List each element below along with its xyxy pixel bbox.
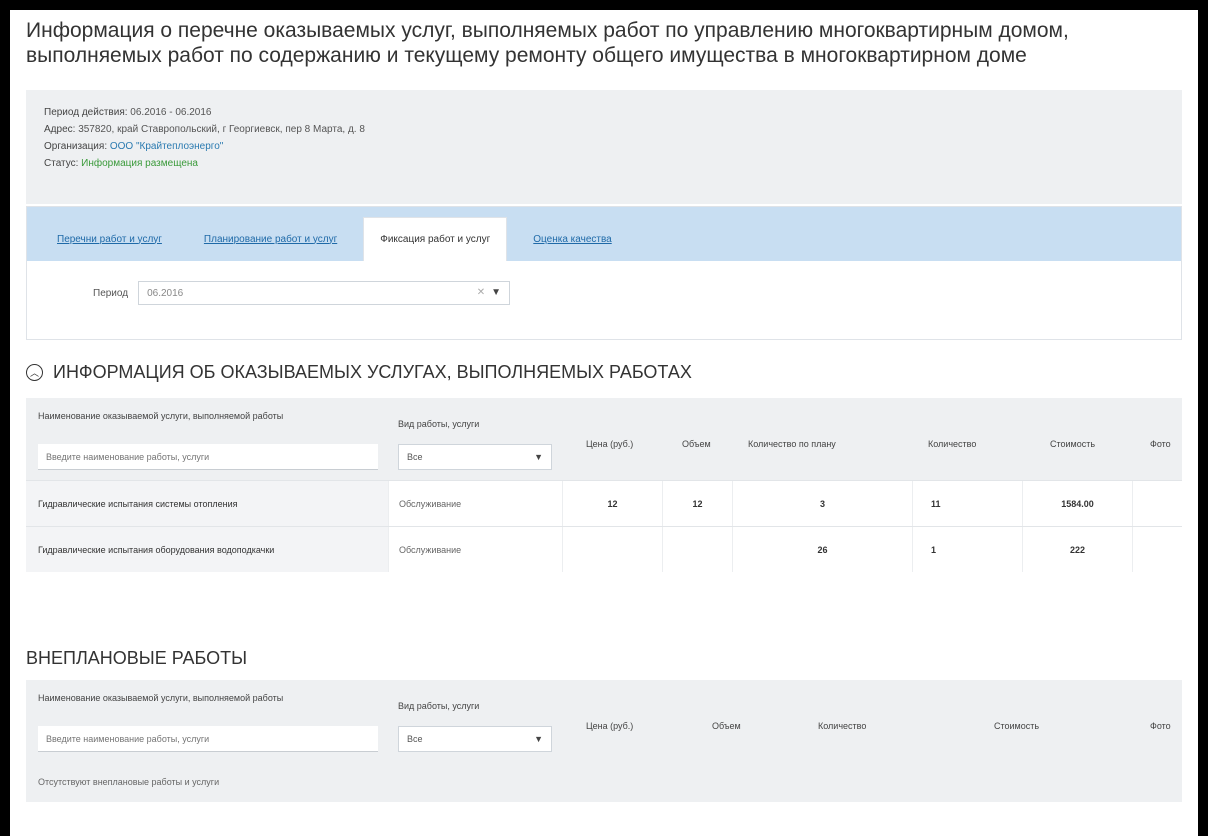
col-header-type: Вид работы, услуги: [398, 419, 480, 429]
collapse-icon[interactable]: ︿: [26, 364, 43, 381]
period-filter-label: Период: [93, 287, 129, 299]
col-header-cost: Стоимость: [1050, 439, 1096, 449]
row-type: Обслуживание: [388, 527, 562, 572]
col-header-qty-plan: Количество по плану: [748, 439, 836, 449]
tab-bar: Перечни работ и услуг Планирование работ…: [27, 207, 1181, 261]
period-filter-row: Период 06.2016 ✕ ▼: [27, 261, 1181, 305]
col-header-type: Вид работы, услуги: [398, 701, 480, 711]
table-row[interactable]: Гидравлические испытания оборудования во…: [26, 526, 1182, 572]
row-photo: [1132, 481, 1182, 526]
col-header-cost: Стоимость: [994, 721, 1040, 731]
row-price: 12: [562, 481, 662, 526]
clear-icon[interactable]: ✕: [477, 287, 485, 298]
tabs-block: Перечни работ и услуг Планирование работ…: [26, 206, 1182, 340]
row-name: Гидравлические испытания системы отоплен…: [26, 481, 388, 526]
unplanned-heading-text: ВНЕПЛАНОВЫЕ РАБОТЫ: [26, 648, 248, 668]
row-qty-plan: 3: [732, 481, 912, 526]
services-type-select[interactable]: Все ▼: [398, 444, 552, 470]
address-line: Адрес: 357820, край Ставропольский, г Ге…: [44, 121, 1164, 138]
table-row[interactable]: Гидравлические испытания системы отоплен…: [26, 480, 1182, 526]
col-header-photo: Фото: [1150, 721, 1171, 731]
services-heading-text: ИНФОРМАЦИЯ ОБ ОКАЗЫВАЕМЫХ УСЛУГАХ, ВЫПОЛ…: [53, 362, 692, 382]
col-header-qty: Количество: [818, 721, 867, 731]
period-select-value: 06.2016: [147, 287, 184, 299]
tab-fixation[interactable]: Фиксация работ и услуг: [363, 217, 508, 261]
status-value: Информация размещена: [81, 158, 198, 169]
page-frame: Информация о перечне оказываемых услуг, …: [10, 10, 1198, 836]
period-select[interactable]: 06.2016 ✕ ▼: [138, 281, 511, 305]
col-header-photo: Фото: [1150, 439, 1171, 449]
col-header-volume: Объем: [682, 439, 711, 449]
organization-link[interactable]: ООО "Крайтеплоэнерго": [110, 141, 223, 152]
organization-key: Организация:: [44, 141, 108, 152]
services-type-value: Все: [407, 452, 423, 462]
house-info-panel: Период действия: 06.2016 - 06.2016 Адрес…: [26, 90, 1182, 204]
unplanned-table-header: Наименование оказываемой услуги, выполня…: [26, 680, 1182, 762]
period-line: Период действия: 06.2016 - 06.2016: [44, 104, 1164, 121]
chevron-down-icon: ▼: [534, 452, 543, 462]
col-header-name: Наименование оказываемой услуги, выполня…: [38, 411, 284, 421]
chevron-down-icon[interactable]: ▼: [491, 287, 501, 298]
services-search-input[interactable]: [38, 444, 378, 470]
period-key: Период действия:: [44, 107, 128, 118]
organization-line: Организация: ООО "Крайтеплоэнерго": [44, 138, 1164, 155]
row-cost: 222: [1022, 527, 1132, 572]
chevron-down-icon: ▼: [534, 734, 543, 744]
row-name: Гидравлические испытания оборудования во…: [26, 527, 388, 572]
tab-quality[interactable]: Оценка качества: [517, 217, 627, 261]
unplanned-type-select[interactable]: Все ▼: [398, 726, 552, 752]
row-type: Обслуживание: [388, 481, 562, 526]
unplanned-search-input[interactable]: [38, 726, 378, 752]
services-table: Наименование оказываемой услуги, выполня…: [26, 398, 1182, 572]
address-value: 357820, край Ставропольский, г Георгиевс…: [78, 124, 365, 135]
page-title: Информация о перечне оказываемых услуг, …: [26, 19, 1069, 67]
tab-planning[interactable]: Планирование работ и услуг: [188, 217, 353, 261]
col-header-price: Цена (руб.): [586, 721, 634, 731]
period-value: 06.2016 - 06.2016: [130, 107, 212, 118]
row-cost: 1584.00: [1022, 481, 1132, 526]
services-section-heading[interactable]: ︿ ИНФОРМАЦИЯ ОБ ОКАЗЫВАЕМЫХ УСЛУГАХ, ВЫП…: [26, 362, 692, 383]
col-header-qty: Количество: [928, 439, 977, 449]
row-price: [562, 527, 662, 572]
col-header-price: Цена (руб.): [586, 439, 634, 449]
col-header-name: Наименование оказываемой услуги, выполня…: [38, 693, 284, 703]
empty-message: Отсутствуют внеплановые работы и услуги: [38, 777, 220, 787]
unplanned-type-value: Все: [407, 734, 423, 744]
address-key: Адрес:: [44, 124, 76, 135]
row-photo: [1132, 527, 1182, 572]
unplanned-table: Наименование оказываемой услуги, выполня…: [26, 680, 1182, 802]
unplanned-section-heading: ВНЕПЛАНОВЫЕ РАБОТЫ: [26, 648, 247, 669]
col-header-volume: Объем: [712, 721, 741, 731]
row-qty-plan: 26: [732, 527, 912, 572]
row-qty: 11: [912, 481, 1022, 526]
tab-work-lists[interactable]: Перечни работ и услуг: [41, 217, 178, 261]
services-table-header: Наименование оказываемой услуги, выполня…: [26, 398, 1182, 480]
row-volume: [662, 527, 732, 572]
row-qty: 1: [912, 527, 1022, 572]
status-key: Статус:: [44, 158, 79, 169]
status-line: Статус: Информация размещена: [44, 155, 1164, 172]
row-volume: 12: [662, 481, 732, 526]
